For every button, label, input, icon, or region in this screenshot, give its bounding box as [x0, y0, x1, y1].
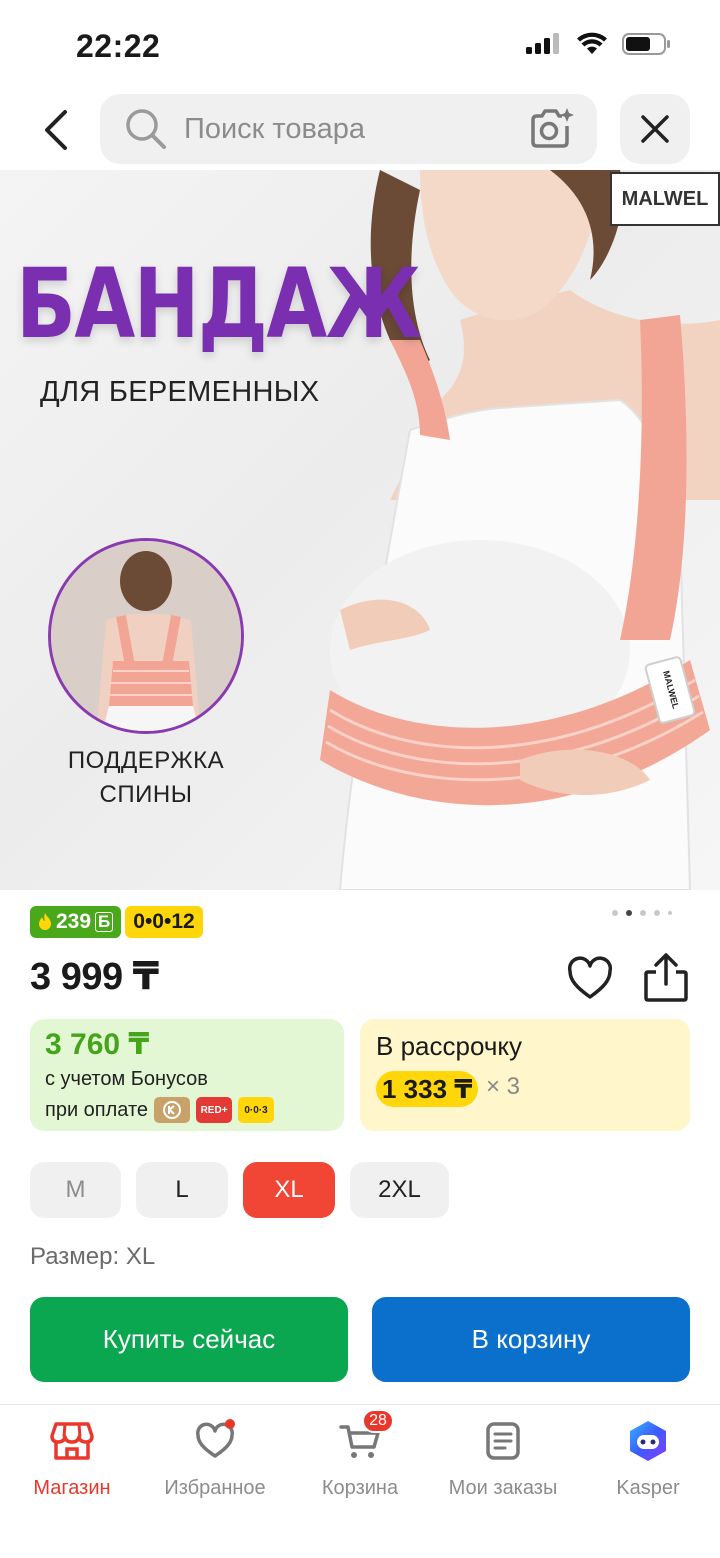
pager-dot[interactable] [668, 911, 672, 915]
favorites-notification-dot [225, 1419, 235, 1429]
heart-icon [567, 956, 613, 999]
nav-label-orders: Мои заказы [448, 1477, 558, 1499]
buy-now-button[interactable]: Купить сейчас [30, 1297, 348, 1382]
product-price: 3 999 ₸ [30, 956, 159, 998]
bonus-pay-methods: при оплате RED+ 0·0·3 [45, 1097, 275, 1123]
installment-amount: 1 333 ₸ [376, 1071, 479, 1107]
bonus-price: 3 760 ₸ [45, 1028, 150, 1061]
cart-count-badge: 28 [362, 1409, 394, 1433]
nav-item-favorites[interactable]: Избранное [143, 1417, 287, 1517]
bonus-badge-unit: Б [95, 912, 114, 932]
status-bar: 22:22 [0, 0, 720, 90]
back-support-image [48, 538, 244, 734]
pager-dot[interactable] [612, 910, 618, 916]
installment-003-chip: 0·0·3 [238, 1097, 275, 1123]
size-option-l[interactable]: L [136, 1162, 228, 1218]
nav-item-kasper[interactable]: Kasper [576, 1417, 720, 1517]
brand-logo: MALWEL [610, 172, 720, 226]
promo-badges: 239 Б 0•0•12 [30, 906, 203, 938]
orders-icon [479, 1417, 527, 1465]
favorite-button[interactable] [566, 955, 614, 1003]
banner-subtitle: ДЛЯ БЕРЕМЕННЫХ [40, 376, 320, 408]
image-pager[interactable] [612, 910, 672, 916]
search-icon [126, 109, 166, 149]
size-option-m[interactable]: M [30, 1162, 121, 1218]
installment-times: × 3 [486, 1073, 521, 1100]
pager-dot-active[interactable] [626, 910, 632, 916]
banner-title: БАНДАЖ [16, 248, 422, 360]
installment-title: В рассрочку [376, 1031, 523, 1061]
close-icon [641, 115, 669, 143]
credit-badge: 0•0•12 [125, 906, 203, 938]
share-button[interactable] [642, 952, 690, 1004]
red-plus-chip: RED+ [196, 1097, 233, 1123]
size-selector: M L XL 2XL [30, 1162, 449, 1218]
store-icon [48, 1417, 96, 1465]
status-time: 22:22 [76, 28, 161, 64]
heart-icon [191, 1417, 239, 1465]
size-option-2xl[interactable]: 2XL [350, 1162, 449, 1218]
wifi-icon [577, 32, 607, 54]
camera-search-icon[interactable] [529, 106, 575, 150]
bonus-badge-value: 239 [56, 910, 92, 933]
battery-icon [622, 33, 670, 55]
signal-icon [526, 33, 559, 54]
search-box[interactable] [100, 94, 597, 164]
flame-icon [39, 913, 51, 930]
nav-label-store: Магазин [33, 1477, 111, 1499]
bonus-note: с учетом Бонусов [45, 1068, 208, 1090]
cart-icon: 28 [336, 1409, 394, 1465]
pay-label: при оплате [45, 1098, 149, 1121]
installment-card[interactable]: В рассрочку 1 333 ₸ × 3 [360, 1019, 690, 1131]
back-support-label: ПОДДЕРЖКА СПИНЫ [67, 747, 225, 808]
product-image-carousel[interactable]: MALWEL БАНДАЖ ДЛЯ БЕРЕМЕННЫХ MALWEL ПОДД… [0, 170, 720, 890]
kaspi-pay-icon [154, 1097, 191, 1123]
pager-dot[interactable] [654, 910, 660, 916]
search-input[interactable] [184, 108, 514, 150]
nav-item-orders[interactable]: Мои заказы [431, 1417, 575, 1517]
kasper-icon [624, 1417, 672, 1465]
chevron-left-icon [45, 110, 67, 150]
nav-label-favorites: Избранное [164, 1477, 266, 1499]
back-button[interactable] [28, 100, 84, 160]
status-icons [526, 32, 672, 56]
nav-item-cart[interactable]: 28 Корзина [288, 1409, 432, 1517]
share-icon [644, 953, 688, 1002]
search-header [0, 92, 720, 168]
add-to-cart-button[interactable]: В корзину [372, 1297, 690, 1382]
nav-label-kasper: Kasper [616, 1477, 680, 1499]
selected-size-label: Размер: XL [30, 1243, 156, 1270]
nav-item-store[interactable]: Магазин [0, 1417, 144, 1517]
close-button[interactable] [620, 94, 690, 164]
bonus-badge: 239 Б [30, 906, 122, 938]
bonus-price-card[interactable]: 3 760 ₸ с учетом Бонусов при оплате RED+… [30, 1019, 344, 1131]
pager-dot[interactable] [640, 910, 646, 916]
size-option-xl[interactable]: XL [243, 1162, 335, 1218]
bottom-nav: Магазин Избранное 28 Корзина Мои заказы … [0, 1404, 720, 1558]
nav-label-cart: Корзина [321, 1477, 399, 1499]
